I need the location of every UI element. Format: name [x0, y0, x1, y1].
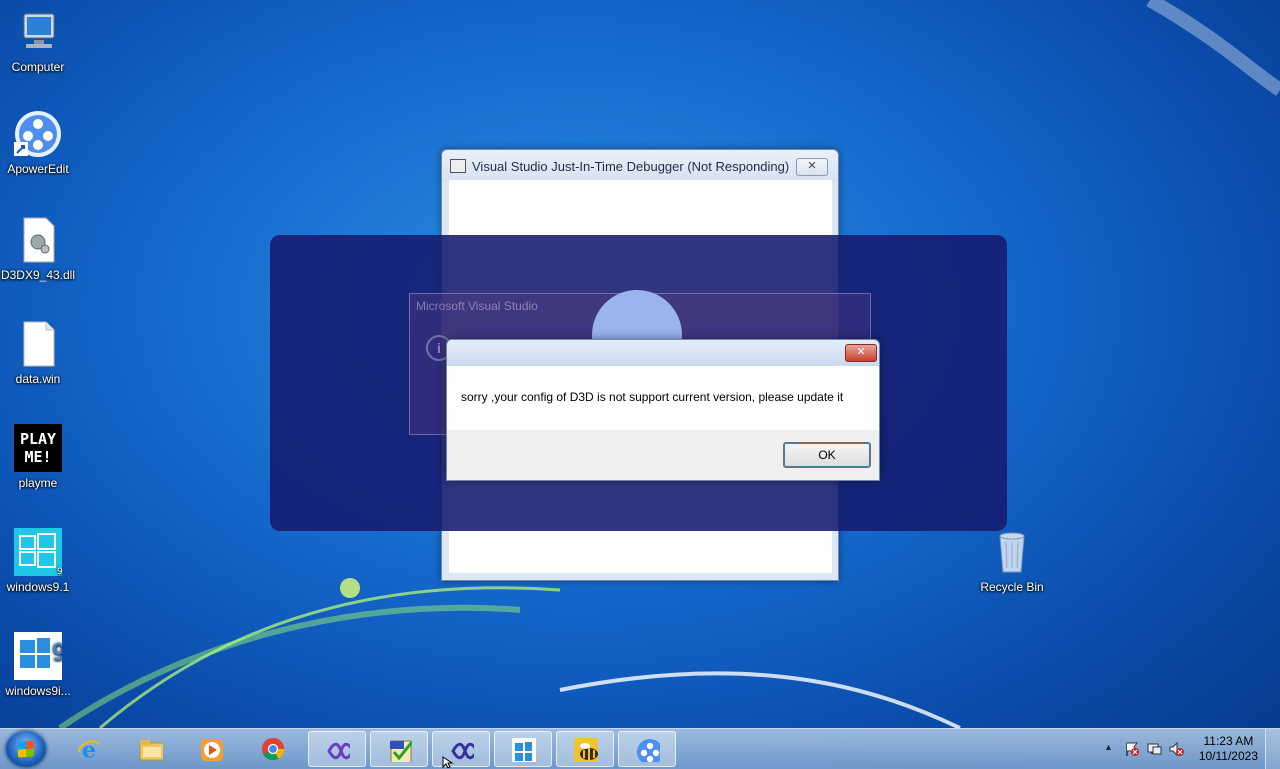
visual-studio-icon [327, 742, 350, 760]
jit-window-title: Visual Studio Just-In-Time Debugger (Not… [472, 158, 790, 174]
error-dialog-close-button[interactable]: ✕ [845, 344, 877, 362]
dll-file-icon [14, 216, 62, 264]
desktop-icon-data-win[interactable]: data.win [0, 320, 76, 386]
desktop-icon-apoweredit[interactable]: ApowerEdit [0, 110, 76, 176]
desktop-icon-d3dx9-dll[interactable]: D3DX9_43.dll [0, 216, 76, 282]
start-button[interactable] [6, 731, 46, 767]
taskbar-button-windows9[interactable]: 9 [494, 731, 552, 767]
show-desktop-button[interactable] [1265, 729, 1280, 769]
taskbar-button-media-player[interactable] [182, 731, 240, 767]
desktop-icon-windows9-1[interactable]: 9 windows9.1 [0, 528, 76, 594]
desktop-icon-windows9-installer[interactable]: 9 windows9i... [0, 632, 76, 698]
taskbar-button-app-checklist[interactable] [370, 731, 428, 767]
taskbar-button-file-explorer[interactable] [122, 731, 180, 767]
desktop-icon-label: D3DX9_43.dll [0, 268, 76, 282]
desktop-icon-recycle-bin[interactable]: Recycle Bin [974, 528, 1050, 594]
desktop-icon-label: data.win [15, 372, 61, 386]
mouse-cursor-icon [442, 756, 454, 768]
jit-title-bar[interactable]: Visual Studio Just-In-Time Debugger (Not… [442, 150, 838, 182]
desktop-icon-label: Recycle Bin [980, 580, 1044, 594]
desktop-icon-label: playme [18, 476, 58, 490]
svg-text:9: 9 [52, 641, 62, 666]
taskbar: e 9 ▲ 11:23 AM 10/11/2023 [0, 728, 1280, 769]
error-message: sorry ,your config of D3D is not support… [461, 390, 844, 404]
taskbar-clock[interactable]: 11:23 AM 10/11/2023 [1199, 734, 1258, 764]
file-icon [14, 320, 62, 368]
apoweredit-splash-logo-icon [592, 290, 682, 340]
action-center-flag-icon[interactable] [1124, 741, 1140, 762]
desktop-icon-playme[interactable]: PLAY ME! playme [0, 424, 76, 490]
ok-button[interactable]: OK [783, 442, 871, 468]
svg-text:9: 9 [57, 567, 62, 576]
desktop-icon-label: windows9.1 [6, 580, 70, 594]
media-player-icon [201, 739, 223, 761]
network-icon[interactable] [1146, 741, 1162, 762]
playme-icon: PLAY ME! [14, 424, 62, 472]
error-dialog[interactable]: ✕ sorry ,your config of D3D is not suppo… [446, 339, 880, 481]
desktop-icon-computer[interactable]: Computer [0, 8, 76, 74]
error-dialog-title-bar[interactable] [447, 340, 879, 366]
clock-date: 10/11/2023 [1198, 749, 1258, 763]
svg-text:ME!: ME! [24, 448, 51, 466]
error-dialog-body: sorry ,your config of D3D is not support… [447, 366, 879, 430]
bee-icon [574, 738, 598, 762]
jit-close-button[interactable]: ✕ [796, 158, 828, 176]
desktop-icon-label: Computer [11, 60, 65, 74]
taskbar-button-internet-explorer[interactable]: e [60, 731, 118, 767]
taskbar-button-apoweredit[interactable] [618, 731, 676, 767]
chrome-icon [261, 737, 285, 761]
svg-text:PLAY: PLAY [20, 430, 56, 448]
recycle-bin-icon [988, 528, 1036, 576]
volume-muted-icon[interactable] [1168, 741, 1184, 762]
windows9-icon: 9 [14, 528, 63, 577]
folder-icon [139, 740, 163, 761]
apoweredit-icon [14, 110, 62, 158]
computer-icon [14, 8, 62, 56]
taskbar-button-chrome[interactable] [244, 731, 302, 767]
taskbar-button-visual-studio-1[interactable] [308, 731, 366, 767]
taskbar-button-visual-studio-2[interactable] [432, 731, 490, 767]
desktop-icon-label: ApowerEdit [7, 162, 69, 176]
windows9-icon: 9 [512, 738, 536, 762]
ie-icon: e [77, 737, 101, 761]
windows9-installer-icon: 9 [14, 632, 66, 680]
desktop-icon-label: windows9i... [5, 684, 71, 698]
taskbar-button-bee-app[interactable] [556, 731, 614, 767]
checklist-icon [390, 740, 412, 762]
background-dialog-title: Microsoft Visual Studio [416, 299, 538, 313]
apoweredit-icon [637, 739, 660, 762]
clock-time: 11:23 AM [1203, 734, 1254, 748]
tray-expand-icon[interactable]: ▲ [1104, 742, 1114, 752]
app-window-icon [450, 159, 466, 173]
svg-text:9: 9 [535, 743, 536, 758]
